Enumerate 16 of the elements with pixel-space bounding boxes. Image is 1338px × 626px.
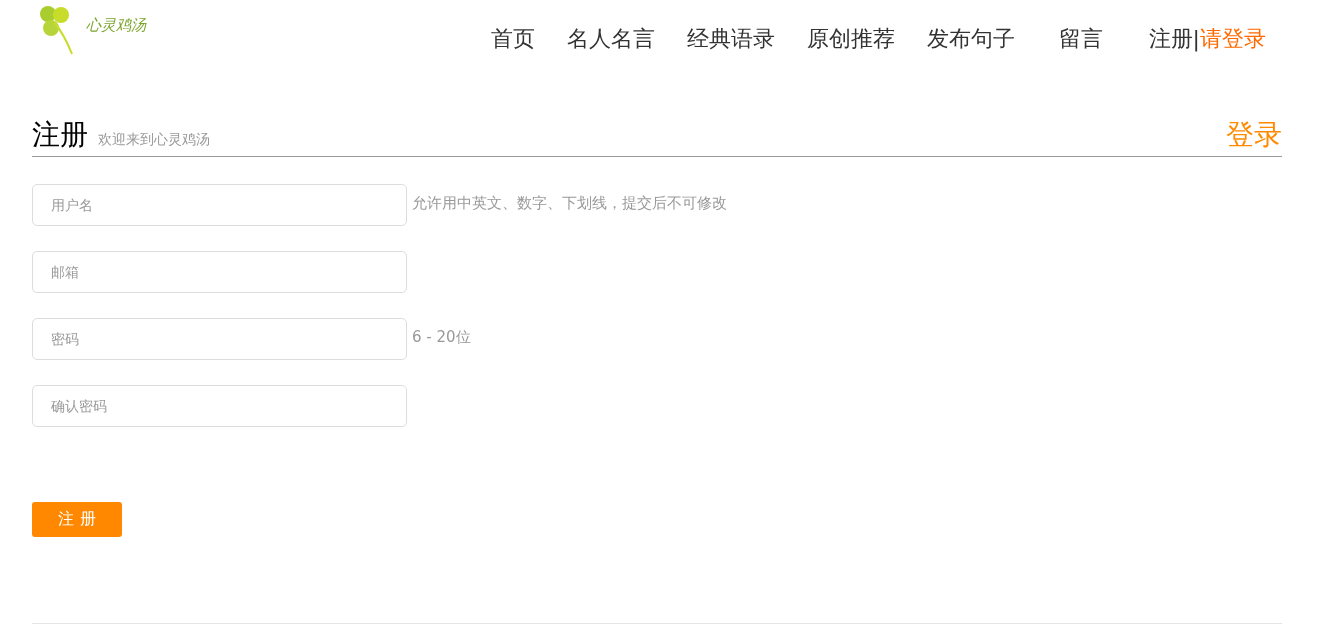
nav-link[interactable]: 留言: [1058, 24, 1103, 54]
nav-link[interactable]: 首页: [490, 24, 535, 54]
field-hint: 允许用中英文、数字、下划线，提交后不可修改: [412, 194, 727, 213]
separator: |: [1192, 26, 1200, 51]
nav-link[interactable]: 经典语录: [686, 24, 775, 54]
input-field[interactable]: 密码: [32, 318, 407, 360]
input-field[interactable]: 邮箱: [32, 251, 407, 293]
input-field[interactable]: 确认密码: [32, 385, 407, 427]
page-title: 注册: [32, 117, 88, 153]
field-hint: 6 - 20位: [412, 328, 471, 347]
nav-link[interactable]: 名人名言: [566, 24, 655, 54]
nav-link[interactable]: 原创推荐: [806, 24, 895, 54]
nav-link[interactable]: 发布句子: [926, 24, 1015, 54]
page-subtitle: 欢迎来到心灵鸡汤: [98, 131, 210, 149]
input-field[interactable]: 用户名: [32, 184, 407, 226]
register-link[interactable]: 注册: [1148, 26, 1193, 51]
